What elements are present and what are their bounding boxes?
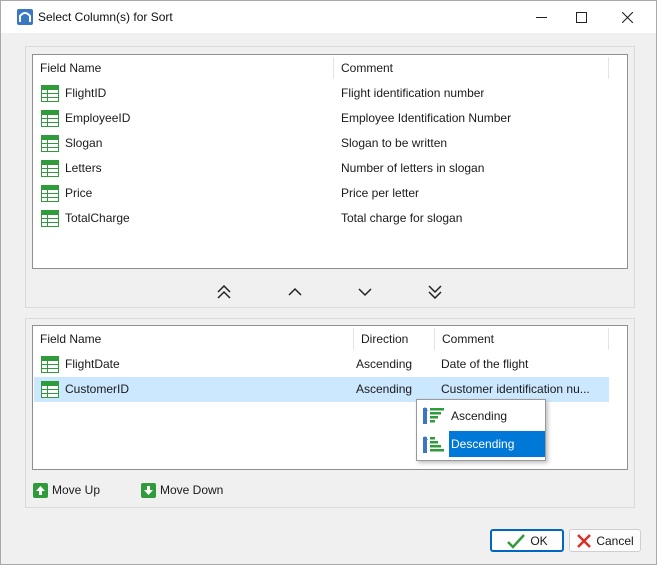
header-comment[interactable]: Comment <box>435 326 608 353</box>
table-field-icon <box>41 135 59 152</box>
cancel-label: Cancel <box>596 533 634 548</box>
move-to-top-button[interactable] <box>213 282 235 302</box>
window-title: Select Column(s) for Sort <box>38 10 173 24</box>
arrow-down-icon <box>141 482 156 498</box>
double-chevron-down-icon <box>428 285 442 299</box>
field-comment: Number of letters in slogan <box>341 161 485 175</box>
field-name: CustomerID <box>65 382 130 396</box>
cancel-button[interactable]: Cancel <box>569 529 641 552</box>
close-button[interactable] <box>604 1 650 33</box>
menu-item-label: Descending <box>449 431 545 457</box>
chevron-down-icon <box>358 288 372 297</box>
close-icon <box>621 11 633 23</box>
field-comment: Total charge for slogan <box>341 211 463 225</box>
table-field-icon <box>41 110 59 127</box>
table-field-icon <box>41 210 59 227</box>
sort-descending-icon <box>423 436 444 453</box>
sort-ascending-icon <box>423 407 444 424</box>
move-down-one-button[interactable] <box>354 282 376 302</box>
field-comment: Price per letter <box>341 186 420 200</box>
header-separator <box>608 57 609 79</box>
field-comment: Employee Identification Number <box>341 111 512 125</box>
table-row[interactable]: FlightDate Ascending Date of the flight <box>34 352 609 377</box>
table-row[interactable]: Slogan Slogan to be written <box>34 131 609 156</box>
field-comment: Date of the flight <box>441 357 529 371</box>
header-field-name[interactable]: Field Name <box>33 326 353 353</box>
field-name: FlightDate <box>65 357 120 371</box>
maximize-icon <box>575 11 587 23</box>
maximize-button[interactable] <box>558 1 604 33</box>
field-name: Price <box>65 186 93 200</box>
move-down-button[interactable]: Move Down <box>141 481 223 499</box>
table-row[interactable]: Letters Number of letters in slogan <box>34 156 609 181</box>
table-field-icon <box>41 185 59 202</box>
field-name: FlightID <box>65 86 107 100</box>
direction-dropdown-menu: Ascending Descending <box>416 399 546 461</box>
ok-label: OK <box>530 533 548 548</box>
header-separator <box>608 328 609 350</box>
move-up-label: Move Up <box>52 483 101 497</box>
move-up-button[interactable]: Move Up <box>33 481 100 499</box>
menu-item-ascending[interactable]: Ascending <box>419 403 543 429</box>
table-field-icon <box>41 85 59 102</box>
app-icon <box>17 9 33 25</box>
field-comment: Flight identification number <box>341 86 485 100</box>
checkmark-icon <box>507 533 526 549</box>
move-up-one-button[interactable] <box>284 282 306 302</box>
header-field-name[interactable]: Field Name <box>33 55 333 82</box>
available-columns-grid: Field Name Comment FlightID Flight ident… <box>32 54 628 269</box>
table-row[interactable]: TotalCharge Total charge for slogan <box>34 206 609 231</box>
table-row[interactable]: Price Price per letter <box>34 181 609 206</box>
minimize-icon <box>535 16 547 18</box>
move-down-label: Move Down <box>160 483 224 497</box>
sort-dialog: Select Column(s) for Sort Field Name Com… <box>0 0 657 565</box>
move-to-bottom-button[interactable] <box>424 282 446 302</box>
sort-direction[interactable]: Ascending <box>356 352 412 377</box>
double-chevron-up-icon <box>217 285 231 299</box>
menu-item-label: Ascending <box>451 409 508 423</box>
table-field-icon <box>41 160 59 177</box>
table-row[interactable]: EmployeeID Employee Identification Numbe… <box>34 106 609 131</box>
sort-direction[interactable]: Ascending <box>356 377 412 402</box>
header-direction[interactable]: Direction <box>354 326 434 353</box>
ok-button[interactable]: OK <box>490 529 564 552</box>
x-icon <box>577 533 592 548</box>
field-comment: Slogan to be written <box>341 136 448 150</box>
title-bar: Select Column(s) for Sort <box>1 1 656 33</box>
field-name: Slogan <box>65 136 103 150</box>
table-field-icon <box>41 356 59 373</box>
arrow-up-icon <box>33 482 48 498</box>
header-comment[interactable]: Comment <box>334 55 608 82</box>
table-row[interactable]: FlightID Flight identification number <box>34 81 609 106</box>
field-name: Letters <box>65 161 102 175</box>
field-name: TotalCharge <box>65 211 130 225</box>
menu-item-descending[interactable]: Descending <box>419 431 545 457</box>
table-field-icon <box>41 381 59 398</box>
chevron-up-icon <box>288 287 302 296</box>
field-name: EmployeeID <box>65 111 131 125</box>
